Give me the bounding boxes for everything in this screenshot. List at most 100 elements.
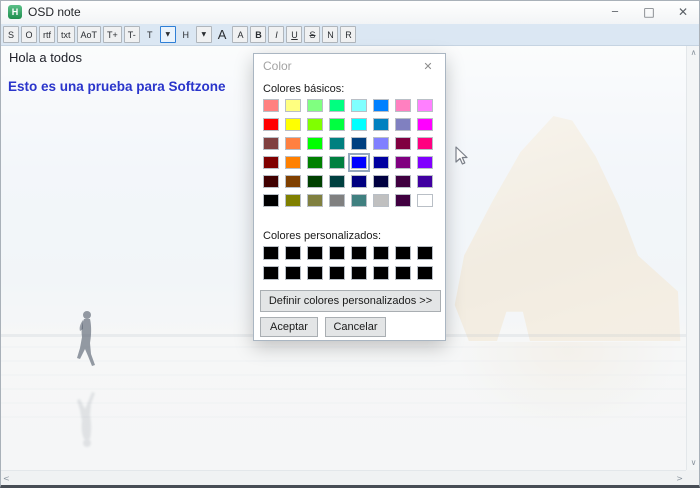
basic-color-swatch[interactable] (395, 156, 411, 169)
basic-color-swatch[interactable] (417, 194, 433, 207)
basic-color-swatch[interactable] (351, 99, 367, 112)
custom-color-swatch[interactable] (263, 266, 279, 280)
basic-color-swatch[interactable] (307, 194, 323, 207)
basic-color-swatch[interactable] (373, 194, 389, 207)
basic-color-swatch[interactable] (373, 99, 389, 112)
custom-color-swatch[interactable] (307, 266, 323, 280)
basic-color-swatch[interactable] (285, 194, 301, 207)
basic-color-swatch[interactable] (263, 175, 279, 188)
basic-color-swatch[interactable] (307, 118, 323, 131)
basic-color-swatch[interactable] (417, 99, 433, 112)
basic-color-swatch[interactable] (351, 156, 367, 169)
basic-color-swatch[interactable] (263, 194, 279, 207)
basic-color-swatch[interactable] (351, 118, 367, 131)
basic-color-swatch[interactable] (329, 99, 345, 112)
editor-text-line2: Esto es una prueba para Softzone (8, 79, 226, 94)
basic-color-swatch[interactable] (373, 137, 389, 150)
horizontal-scrollbar[interactable]: < > (0, 470, 686, 486)
reset-button[interactable]: R (340, 26, 357, 43)
bold-button[interactable]: B (250, 26, 267, 43)
scroll-up-icon[interactable]: ∧ (691, 46, 697, 60)
basic-color-swatch[interactable] (417, 156, 433, 169)
always-on-top-button[interactable]: AoT (76, 26, 102, 43)
custom-color-swatch[interactable] (417, 246, 433, 260)
vertical-scrollbar[interactable]: ∧ ∨ (686, 46, 700, 470)
custom-color-swatch[interactable] (373, 246, 389, 260)
color-dialog: Color ✕ Colores básicos: Colores persona… (253, 53, 446, 341)
custom-color-swatch[interactable] (307, 246, 323, 260)
basic-color-swatch[interactable] (285, 175, 301, 188)
basic-color-swatch[interactable] (285, 137, 301, 150)
basic-color-swatch[interactable] (307, 137, 323, 150)
basic-color-swatch[interactable] (285, 118, 301, 131)
accept-button[interactable]: Aceptar (260, 317, 318, 337)
basic-color-swatch[interactable] (329, 118, 345, 131)
basic-color-swatch[interactable] (263, 99, 279, 112)
basic-color-swatch[interactable] (351, 175, 367, 188)
basic-color-swatch[interactable] (373, 175, 389, 188)
minimize-button[interactable]: ─ (598, 0, 632, 24)
custom-colors-grid (263, 246, 433, 280)
basic-color-swatch[interactable] (329, 194, 345, 207)
custom-color-swatch[interactable] (285, 246, 301, 260)
text-smaller-button[interactable]: T- (123, 26, 140, 43)
italic-button[interactable]: I (268, 26, 285, 43)
custom-color-swatch[interactable] (285, 266, 301, 280)
strikethrough-button[interactable]: S (304, 26, 321, 43)
basic-color-swatch[interactable] (263, 137, 279, 150)
text-color-dropdown[interactable]: ▼ (159, 26, 176, 43)
custom-color-swatch[interactable] (263, 246, 279, 260)
basic-color-swatch[interactable] (417, 118, 433, 131)
basic-color-swatch[interactable] (395, 118, 411, 131)
basic-color-swatch[interactable] (329, 156, 345, 169)
basic-color-swatch[interactable] (307, 156, 323, 169)
basic-color-swatch[interactable] (417, 175, 433, 188)
custom-color-swatch[interactable] (395, 266, 411, 280)
basic-color-swatch[interactable] (373, 156, 389, 169)
font-button[interactable]: A (232, 26, 249, 43)
basic-color-swatch[interactable] (351, 194, 367, 207)
basic-color-swatch[interactable] (329, 175, 345, 188)
text-color-button[interactable]: T (142, 26, 158, 43)
basic-color-swatch[interactable] (351, 137, 367, 150)
basic-color-swatch[interactable] (417, 137, 433, 150)
save-button[interactable]: S (3, 26, 19, 43)
toolbar: S Ortf txt AoT T+ T- T ▼ H ▼ A A B I U S N R (0, 24, 700, 46)
define-custom-colors-button[interactable]: Definir colores personalizados >> (260, 290, 441, 312)
close-button[interactable]: ✕ (666, 0, 700, 24)
normal-button[interactable]: N (322, 26, 339, 43)
basic-color-swatch[interactable] (307, 175, 323, 188)
custom-color-swatch[interactable] (395, 246, 411, 260)
dialog-close-button[interactable]: ✕ (416, 57, 440, 76)
rtf-button[interactable]: rtf (39, 26, 55, 43)
basic-color-swatch[interactable] (285, 156, 301, 169)
basic-color-swatch[interactable] (285, 99, 301, 112)
font-large-button[interactable]: A (214, 26, 231, 43)
basic-color-swatch[interactable] (263, 118, 279, 131)
custom-color-swatch[interactable] (417, 266, 433, 280)
scroll-down-icon[interactable]: ∨ (691, 456, 697, 470)
basic-color-swatch[interactable] (395, 194, 411, 207)
basic-color-swatch[interactable] (373, 118, 389, 131)
custom-color-swatch[interactable] (373, 266, 389, 280)
open-button[interactable]: O (21, 26, 37, 43)
custom-color-swatch[interactable] (329, 246, 345, 260)
txt-button[interactable]: txt (57, 26, 75, 43)
basic-color-swatch[interactable] (395, 99, 411, 112)
text-larger-button[interactable]: T+ (103, 26, 122, 43)
scroll-right-icon[interactable]: > (676, 472, 683, 486)
custom-color-swatch[interactable] (351, 266, 367, 280)
maximize-button[interactable]: □ (632, 0, 666, 24)
basic-color-swatch[interactable] (263, 156, 279, 169)
custom-color-swatch[interactable] (351, 246, 367, 260)
scroll-left-icon[interactable]: < (3, 472, 10, 486)
highlight-dropdown[interactable]: ▼ (195, 26, 212, 43)
basic-color-swatch[interactable] (307, 99, 323, 112)
underline-button[interactable]: U (286, 26, 303, 43)
highlight-button[interactable]: H (178, 26, 194, 43)
basic-color-swatch[interactable] (395, 175, 411, 188)
custom-color-swatch[interactable] (329, 266, 345, 280)
basic-color-swatch[interactable] (329, 137, 345, 150)
basic-color-swatch[interactable] (395, 137, 411, 150)
cancel-button[interactable]: Cancelar (325, 317, 386, 337)
